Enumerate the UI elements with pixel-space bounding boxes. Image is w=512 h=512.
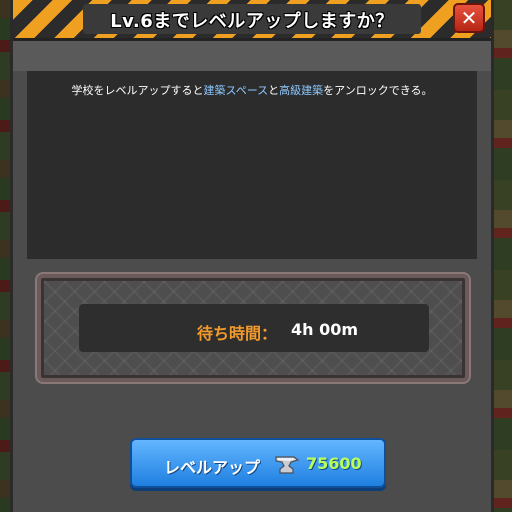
description-part3: をアンロックできる。 <box>323 84 433 97</box>
description-panel <box>27 71 477 259</box>
highlight-building-space: 建築スペース <box>203 84 269 97</box>
wait-time-box: 待ち時間： 4h 00m <box>79 304 429 352</box>
header-band <box>13 41 491 71</box>
description-part1: 学校をレベルアップすると <box>71 84 204 97</box>
title-bar: Lv.6までレベルアップしますか？ ✕ <box>13 0 491 41</box>
description-part2: と <box>268 84 280 97</box>
dialog-title: Lv.6までレベルアップしますか？ <box>110 11 394 32</box>
level-up-button-label: レベルアップ <box>164 458 261 477</box>
description-text: 学校をレベルアップすると建築スペースと高級建築をアンロックできる。 <box>31 84 473 98</box>
wait-time-value: 4h 00m <box>291 320 359 339</box>
anvil-icon <box>275 456 300 474</box>
wait-time-label: 待ち時間： <box>197 324 278 343</box>
level-up-dialog: Lv.6までレベルアップしますか？ ✕ 学校をレベルアップすると建築スペースと高… <box>10 0 494 512</box>
highlight-luxury-building: 高級建築 <box>279 84 324 97</box>
close-button[interactable]: ✕ <box>453 3 485 33</box>
close-icon: ✕ <box>460 6 478 30</box>
level-up-cost: 75600 <box>306 454 362 473</box>
level-up-button[interactable]: レベルアップ 75600 <box>130 438 386 488</box>
game-screen: Lv.6までレベルアップしますか？ ✕ 学校をレベルアップすると建築スペースと高… <box>0 0 512 512</box>
